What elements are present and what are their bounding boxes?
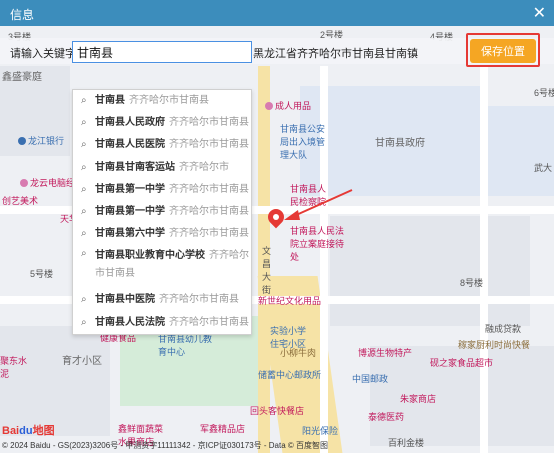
suggestion-item[interactable]: ⌕ 甘南县人民医院 齐齐哈尔市甘南县 [73, 134, 251, 156]
suggestion-name: 甘南县甘南客运站 [95, 161, 175, 173]
map-label: 朱家商店 [400, 394, 437, 404]
suggestion-name: 甘南县人民法院 [95, 316, 165, 328]
suggestion-item[interactable]: ⌕ 甘南县人民政府 齐齐哈尔市甘南县 [73, 112, 251, 134]
map-label: 龙云电脑经 [20, 176, 75, 189]
map-label: 回头客快餐店 [250, 406, 305, 416]
search-icon: ⌕ [81, 117, 87, 129]
map-label: 成人用品 [265, 99, 311, 112]
map-label: 稼家厨利时尚快餐 [458, 340, 531, 350]
map-label: 小柳牛肉 [280, 348, 317, 358]
suggestion-name: 甘南县第一中学 [95, 205, 165, 217]
map-label: 文昌大街 [262, 246, 272, 295]
map-label: 鑫盛豪庭 [2, 72, 42, 83]
search-icon: ⌕ [81, 228, 87, 240]
map-label: 甘南县政府 [375, 138, 425, 149]
search-icon: ⌕ [81, 316, 87, 328]
suggestion-address: 齐齐哈尔市甘南县 [129, 95, 209, 106]
search-icon: ⌕ [81, 248, 87, 260]
suggestion-address: 齐齐哈尔市甘南县 [169, 117, 249, 129]
baidu-logo: Baidu地图 [2, 425, 55, 437]
map-label: 融成贷款 [485, 324, 522, 334]
map-label: 武大 [534, 163, 553, 173]
map-label: 8号楼 [460, 278, 484, 288]
suggestion-name: 甘南县人民政府 [95, 117, 165, 129]
map-block [330, 216, 530, 326]
save-location-button[interactable]: 保存位置 [470, 39, 536, 63]
suggestion-item[interactable]: ⌕ 甘南县人民法院 齐齐哈尔市甘南县 [73, 312, 251, 334]
suggestion-item[interactable]: ⌕ 甘南县第一中学 齐齐哈尔市甘南县 [73, 201, 251, 223]
suggestion-name: 甘南县职业教育中心学校 [95, 250, 205, 262]
suggestion-item[interactable]: ⌕ 甘南县甘南客运站 齐齐哈尔市 [73, 157, 251, 179]
suggestion-item[interactable]: ⌕ 甘南县中医院 齐齐哈尔市甘南县 [73, 289, 251, 311]
map-label: 甘南县人民法院立案庭接待处 [290, 226, 345, 262]
map-label: 军鑫精品店 [200, 424, 246, 434]
suggestion-item[interactable]: ⌕ 甘南县第一中学 齐齐哈尔市甘南县 [73, 179, 251, 201]
map-label: 创艺美术 [2, 196, 39, 206]
map-label: 6号楼 [534, 88, 554, 98]
pointer-arrow [284, 189, 353, 220]
search-icon: ⌕ [81, 183, 87, 195]
map-label: 博源生物特产 [358, 348, 413, 358]
map-label: 聚东水泥 [0, 356, 28, 379]
suggestion-name: 甘南县第六中学 [95, 228, 165, 240]
map-label: 中国邮政 [352, 374, 389, 384]
map-label: 阳光保险 [302, 426, 339, 436]
suggestion-item[interactable]: ⌕ 甘南县第六中学 齐齐哈尔市甘南县 [73, 223, 251, 245]
map-label: 甘南县公安局出入境管理大队 [280, 124, 326, 160]
search-icon: ⌕ [81, 205, 87, 217]
address-text: 黑龙江省齐齐哈尔市甘南县甘南镇 [253, 48, 418, 60]
shop-icon [20, 179, 28, 187]
keyword-label: 请输入关键字: [10, 48, 80, 60]
map-label: 百利金楼 [388, 438, 425, 448]
search-icon: ⌕ [81, 161, 87, 173]
suggestion-address: 齐齐哈尔市 [179, 161, 229, 173]
map-label: 甘南县幼儿教育中心 [158, 334, 213, 357]
search-icon: ⌕ [81, 294, 87, 306]
copyright-text: © 2024 Baidu - GS(2023)3206号 - 甲测资字11111… [2, 441, 329, 450]
map-label: 砚之家食品超市 [430, 358, 494, 368]
suggestion-name: 甘南县 [95, 95, 125, 106]
suggestion-address: 齐齐哈尔市甘南县 [169, 183, 249, 195]
suggestion-address: 齐齐哈尔市甘南县 [169, 316, 249, 328]
suggestion-address: 齐齐哈尔市甘南县 [159, 294, 239, 306]
suggestion-name: 甘南县中医院 [95, 294, 155, 306]
keyword-input[interactable] [72, 41, 252, 63]
map-label: 5号楼 [30, 269, 54, 279]
suggestion-item[interactable]: ⌕ 甘南县 齐齐哈尔市甘南县 [73, 90, 251, 112]
suggestion-address: 齐齐哈尔市甘南县 [169, 139, 249, 151]
bank-icon [18, 137, 26, 145]
window-title: 信息 [10, 8, 35, 22]
search-icon: ⌕ [81, 139, 87, 151]
map-label: 泰德医药 [368, 412, 405, 422]
suggestion-address: 齐齐哈尔市甘南县 [169, 228, 249, 240]
map-label: 龙江银行 [18, 134, 64, 147]
suggestion-dropdown: ⌕ 甘南县 齐齐哈尔市甘南县 ⌕ 甘南县人民政府 齐齐哈尔市甘南县 ⌕ 甘南县人民医院 齐齐哈尔… [72, 89, 252, 335]
close-icon[interactable]: ✕ [533, 3, 546, 23]
suggestion-address: 齐齐哈尔市甘南县 [169, 205, 249, 217]
suggestion-name: 甘南县第一中学 [95, 183, 165, 195]
shop-icon [265, 102, 273, 110]
search-icon: ⌕ [81, 95, 87, 106]
map-label: 储蓄中心邮政所 [258, 370, 322, 380]
map-road [480, 66, 488, 453]
window-titlebar: 信息 ✕ [0, 0, 554, 26]
map-canvas[interactable]: 鑫盛豪庭 龙江银行 龙云电脑经 创艺美术 天华 5号楼 成人用品 甘南县公安局出… [0, 26, 554, 453]
map-label: 育才小区 [62, 356, 102, 367]
suggestion-name: 甘南县人民医院 [95, 139, 165, 151]
map-block [480, 106, 554, 196]
suggestion-item[interactable]: ⌕ 甘南县职业教育中心学校 齐齐哈尔市甘南县 [73, 245, 251, 289]
map-block [0, 326, 110, 436]
